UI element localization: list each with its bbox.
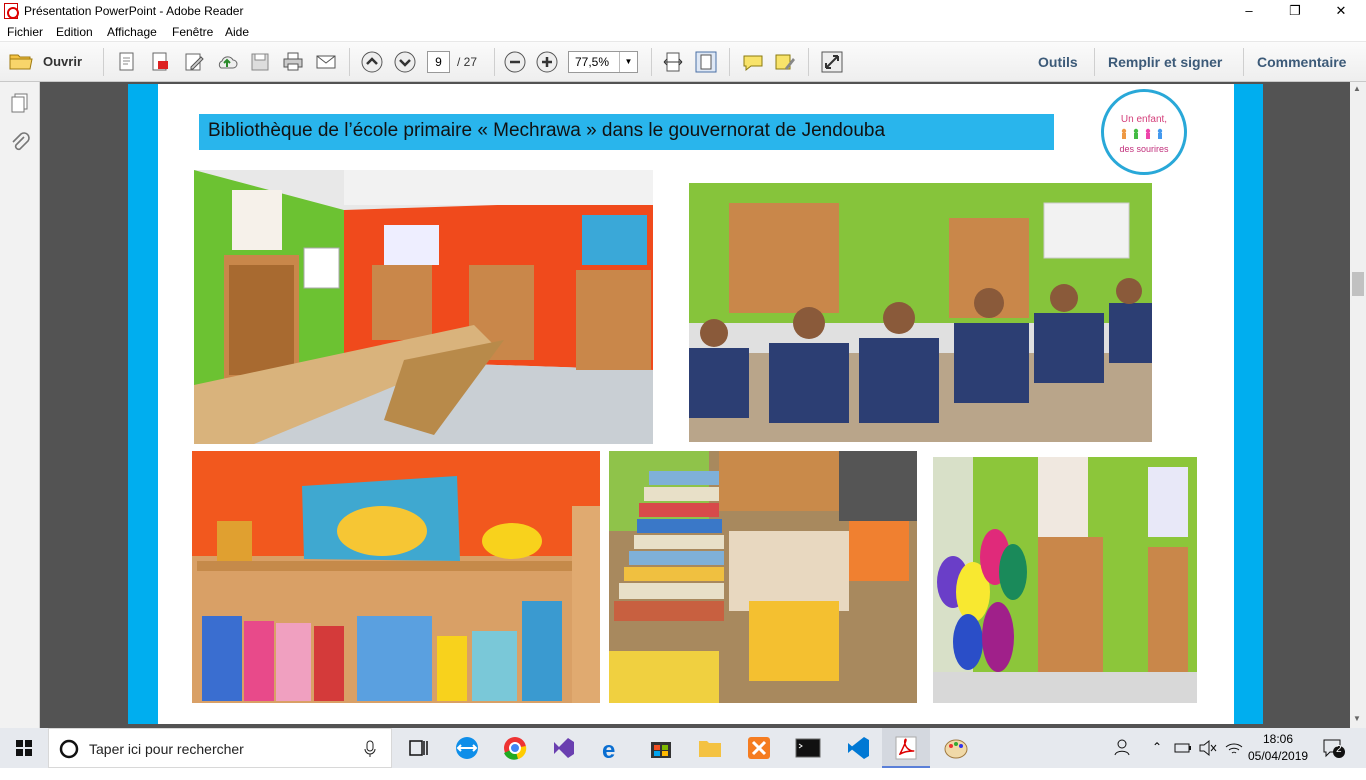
open-button[interactable]: Ouvrir <box>8 50 82 74</box>
scroll-down-arrow-icon[interactable]: ▼ <box>1353 714 1361 723</box>
clock-date: 05/04/2019 <box>1248 749 1309 763</box>
people-icon[interactable] <box>1114 738 1132 778</box>
menu-fenetre[interactable]: Fenêtre <box>172 25 213 39</box>
close-button[interactable]: ✕ <box>1318 0 1364 22</box>
fill-sign-link[interactable]: Remplir et signer <box>1108 54 1222 70</box>
fullscreen-icon[interactable] <box>820 50 844 74</box>
edit-pdf-icon[interactable] <box>182 50 206 74</box>
separator <box>808 48 809 76</box>
search-placeholder: Taper ici pour rechercher <box>89 741 244 757</box>
menu-aide[interactable]: Aide <box>225 25 249 39</box>
battery-icon[interactable] <box>1173 740 1193 780</box>
chevron-down-icon: ▼ <box>619 52 637 72</box>
previous-page-icon[interactable] <box>360 50 384 74</box>
store-icon[interactable] <box>637 728 685 768</box>
folder-icon <box>9 54 33 70</box>
save-icon[interactable] <box>248 50 272 74</box>
svg-text:e: e <box>602 737 615 764</box>
separator <box>729 48 730 76</box>
menu-fichier[interactable]: Fichier <box>7 25 43 39</box>
pages-icon[interactable] <box>9 92 31 114</box>
fit-width-icon[interactable] <box>661 50 685 74</box>
xampp-icon[interactable] <box>735 728 783 768</box>
balloons-corner-photo <box>933 457 1197 703</box>
paint-icon[interactable] <box>932 728 980 768</box>
separator <box>651 48 652 76</box>
taskbar-search[interactable]: Taper ici pour rechercher <box>48 728 392 768</box>
book-stacks-photo <box>609 451 917 703</box>
vscode-icon[interactable] <box>834 728 882 768</box>
print-icon[interactable] <box>281 50 305 74</box>
navigation-panel <box>0 82 40 728</box>
scroll-up-arrow-icon[interactable]: ▲ <box>1353 84 1361 93</box>
chevron-up-icon[interactable]: ⌃ <box>1152 740 1162 780</box>
toolbar: Ouvrir 9 / 27 77,5% ▼ Outils Remplir et … <box>0 42 1366 82</box>
menu-edition[interactable]: Edition <box>56 25 93 39</box>
email-icon[interactable] <box>314 50 338 74</box>
separator <box>349 48 350 76</box>
acrobat-icon <box>4 3 19 19</box>
windows-logo-icon <box>16 740 32 756</box>
students-reading-photo <box>689 183 1152 442</box>
start-button[interactable] <box>0 728 48 768</box>
menu-bar: Fichier Edition Affichage Fenêtre Aide <box>0 22 1366 42</box>
highlight-icon[interactable] <box>773 50 797 74</box>
file-explorer-icon[interactable] <box>686 728 734 768</box>
separator <box>494 48 495 76</box>
menu-affichage[interactable]: Affichage <box>107 25 157 39</box>
tools-link[interactable]: Outils <box>1038 54 1078 70</box>
visual-studio-icon[interactable] <box>540 728 588 768</box>
separator <box>1094 48 1095 76</box>
adobe-reader-taskbar-icon[interactable] <box>882 728 930 768</box>
next-page-icon[interactable] <box>393 50 417 74</box>
chrome-icon[interactable] <box>491 728 539 768</box>
zoom-value: 77,5% <box>575 55 610 69</box>
cortana-icon <box>59 739 79 759</box>
wifi-icon[interactable] <box>1224 739 1244 779</box>
task-view-icon[interactable] <box>394 728 442 768</box>
window-title: Présentation PowerPoint - Adobe Reader <box>24 4 244 18</box>
bookshelf-photo <box>192 451 600 703</box>
scrollbar-thumb[interactable] <box>1352 272 1364 296</box>
volume-mute-icon[interactable] <box>1198 739 1218 779</box>
page-total: / 27 <box>457 55 478 69</box>
clock-time: 18:06 <box>1262 732 1294 746</box>
edge-icon[interactable]: e <box>588 728 636 768</box>
separator <box>1243 48 1244 76</box>
attachment-icon[interactable] <box>9 132 31 154</box>
comment-icon[interactable] <box>741 50 765 74</box>
open-label: Ouvrir <box>43 54 83 69</box>
restore-button[interactable]: ❐ <box>1272 0 1318 22</box>
clock[interactable]: 18:06 05/04/2019 <box>1248 732 1308 772</box>
children-figures-icon <box>1121 128 1163 139</box>
page-number-input[interactable]: 9 <box>427 51 450 73</box>
slide-heading: Bibliothèque de l’école primaire « Mechr… <box>199 114 1054 150</box>
notification-count: 2 <box>1336 744 1342 755</box>
upload-cloud-icon[interactable] <box>215 50 239 74</box>
logo: Un enfant, des sourires <box>1101 89 1187 175</box>
zoom-select[interactable]: 77,5% ▼ <box>568 51 638 73</box>
create-pdf-icon[interactable] <box>115 50 139 74</box>
comment-link[interactable]: Commentaire <box>1257 54 1346 70</box>
microphone-icon[interactable] <box>363 740 377 758</box>
zoom-out-icon[interactable] <box>503 50 527 74</box>
terminal-icon[interactable] <box>784 728 832 768</box>
export-pdf-icon[interactable] <box>148 50 172 74</box>
title-bar: Présentation PowerPoint - Adobe Reader –… <box>0 0 1366 22</box>
logo-text-bottom: des sourires <box>1119 144 1169 154</box>
teamviewer-icon[interactable] <box>443 728 491 768</box>
minimize-button[interactable]: – <box>1226 0 1272 22</box>
separator <box>103 48 104 76</box>
fit-page-icon[interactable] <box>694 50 718 74</box>
vertical-scrollbar[interactable]: ▲ ▼ <box>1350 82 1366 728</box>
taskbar: Taper ici pour rechercher e ⌃ 18:06 05/0… <box>0 728 1366 768</box>
logo-text-top: Un enfant, <box>1120 114 1168 125</box>
zoom-in-icon[interactable] <box>535 50 559 74</box>
library-room-photo <box>194 170 653 444</box>
action-center-icon[interactable]: 2 <box>1322 737 1346 777</box>
